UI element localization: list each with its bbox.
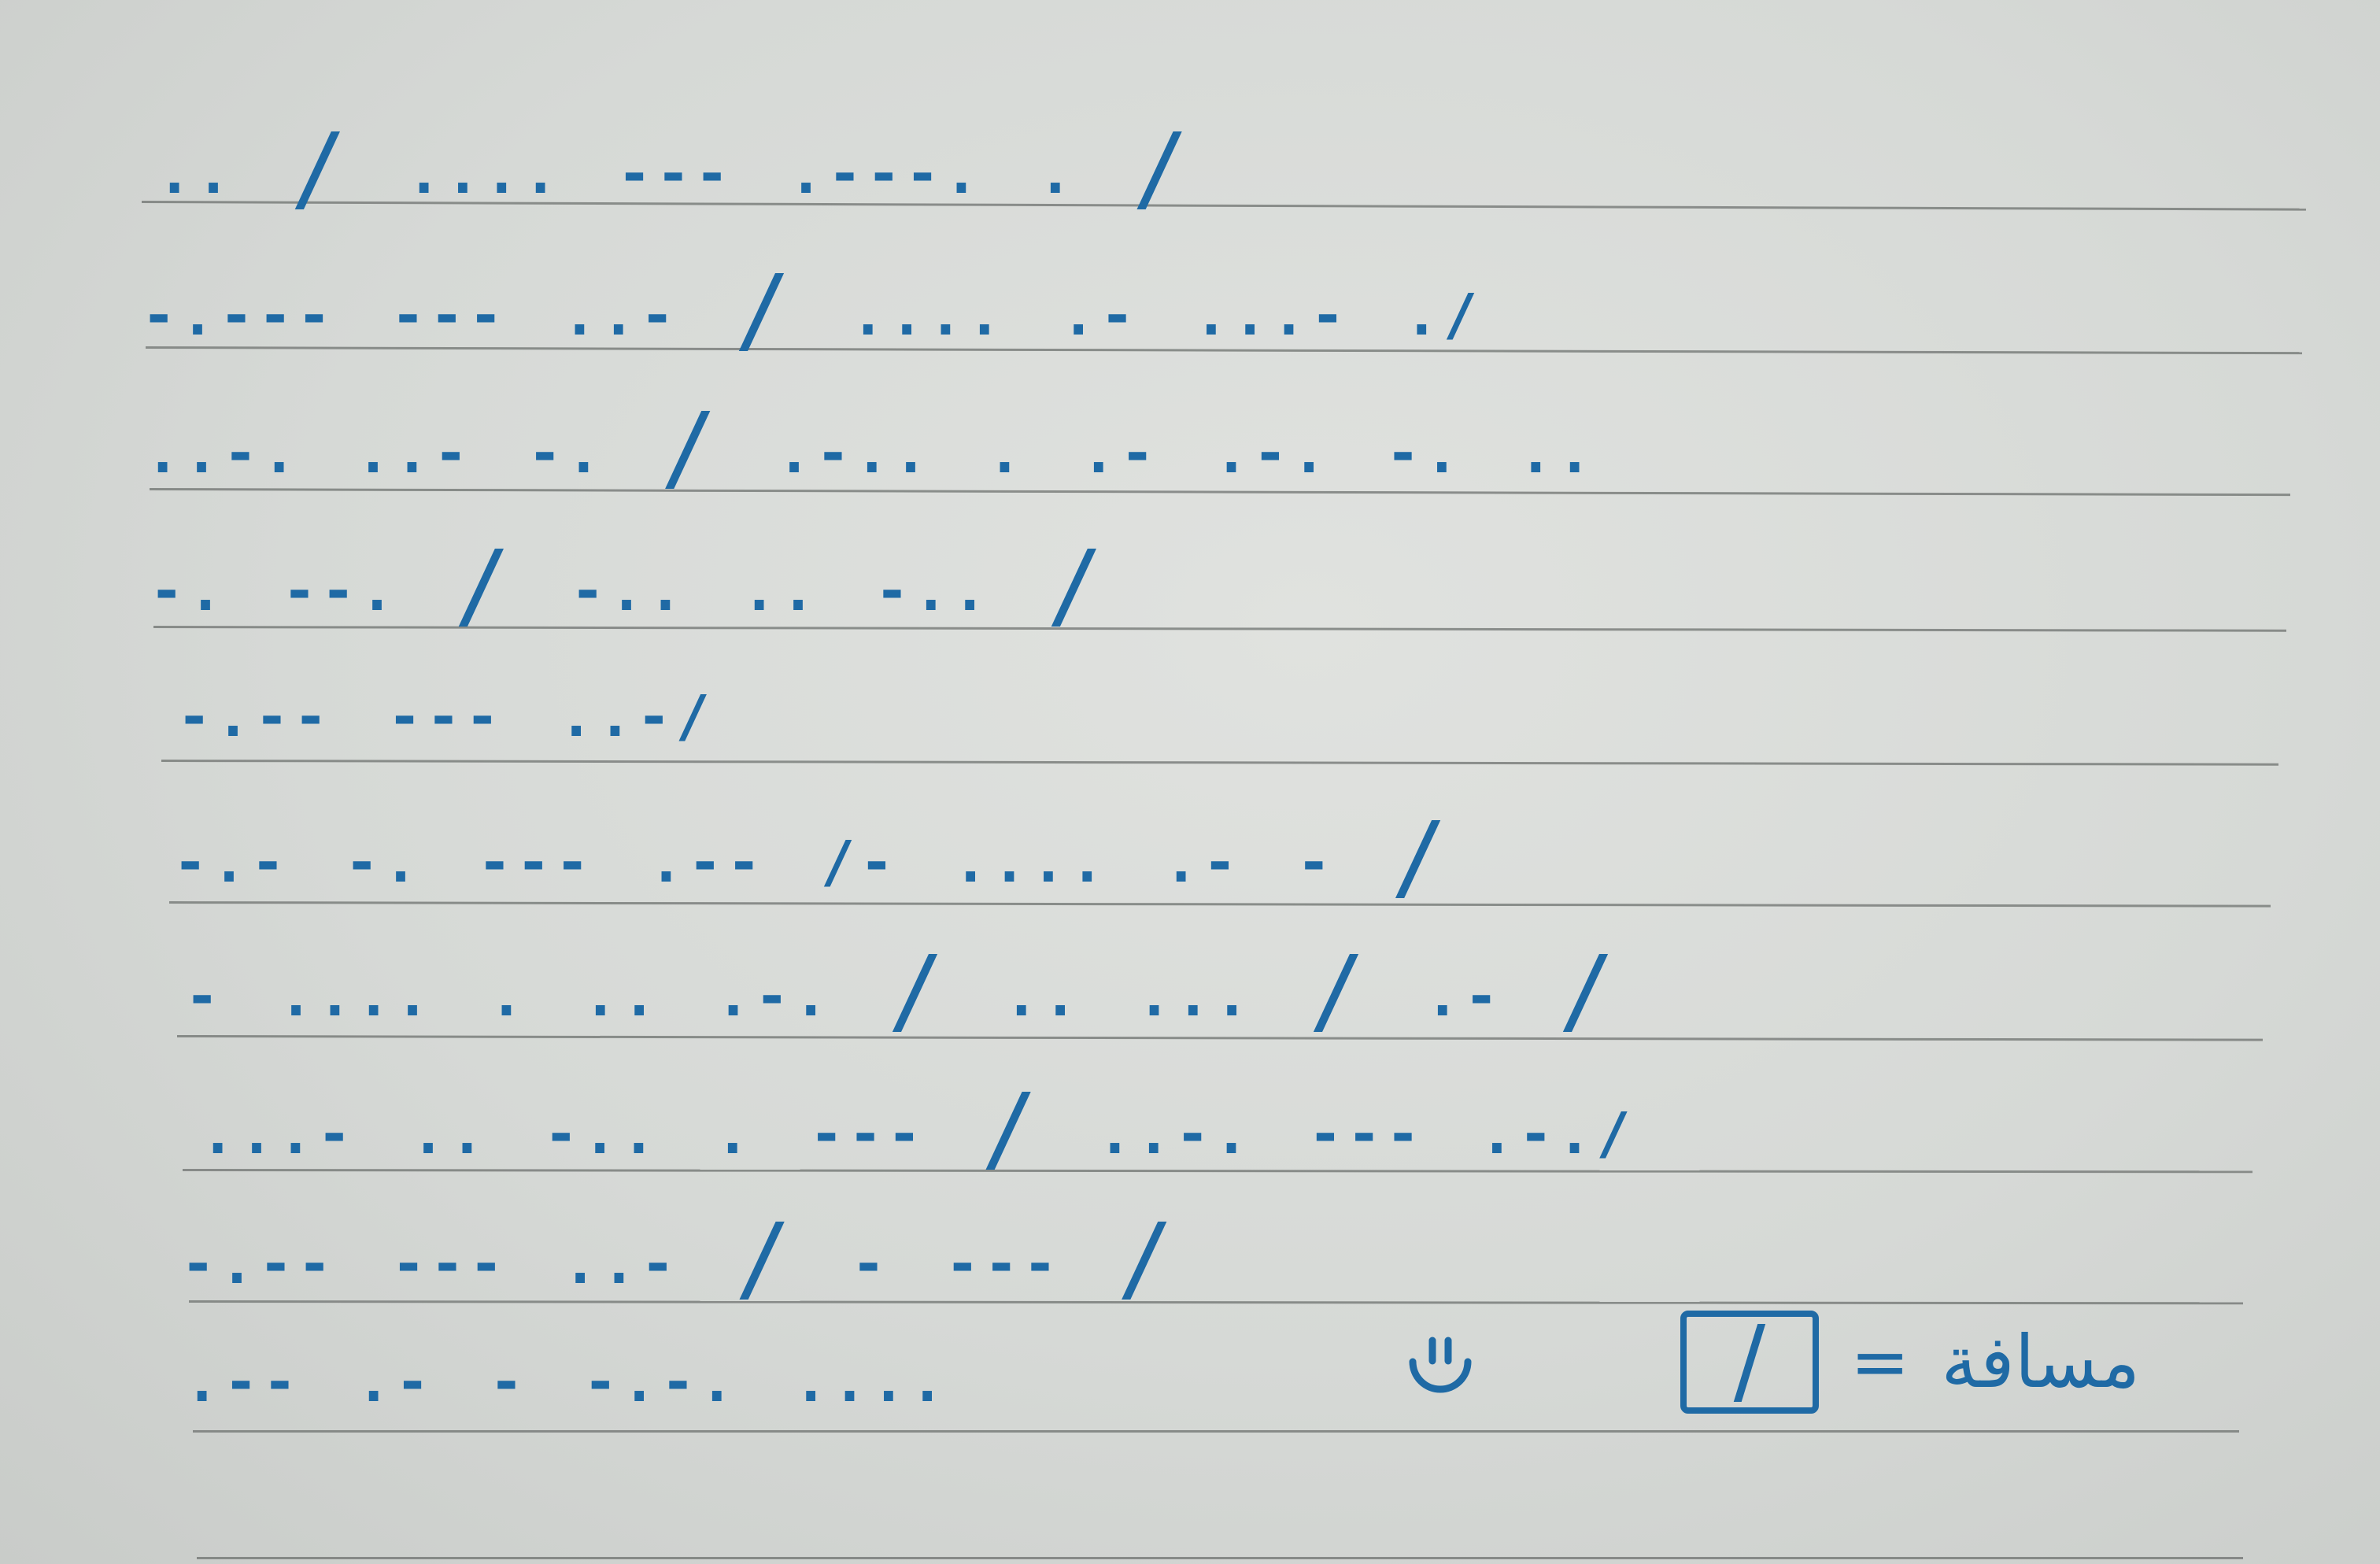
morse-letter: ./ bbox=[1404, 282, 1483, 348]
morse-letter: --- bbox=[477, 829, 594, 895]
morse-line-1: .. /.... --- .---.. / bbox=[157, 118, 1249, 216]
word-separator: / bbox=[1117, 1204, 1179, 1314]
morse-line-8: ...-.. -... --- / ..-. --- .-./ bbox=[201, 1078, 1691, 1177]
morse-letter: --- bbox=[617, 140, 734, 206]
morse-letter: .-- bbox=[185, 1348, 302, 1414]
legend-symbol: / bbox=[1733, 1307, 1766, 1416]
morse-letter: .... bbox=[406, 140, 563, 206]
morse-letter: .- bbox=[357, 1348, 434, 1414]
morse-letter: -.- bbox=[173, 829, 290, 895]
morse-letter: - bbox=[1296, 829, 1336, 895]
morse-letter: . bbox=[1038, 140, 1077, 206]
morse-letter: .- bbox=[1163, 829, 1242, 895]
morse-letter: --- bbox=[391, 1230, 508, 1296]
morse-letter: .-- bbox=[649, 829, 766, 895]
morse-letter: -. bbox=[1385, 420, 1464, 486]
notebook-page: .. /.... --- .---.. / -.--- --- ..- /.... .- ...-… bbox=[0, 0, 2380, 1564]
morse-letter: -.-- bbox=[181, 1230, 337, 1296]
morse-letter: .... bbox=[953, 829, 1109, 895]
word-separator: / bbox=[1558, 937, 1621, 1046]
morse-letter: - bbox=[489, 1348, 529, 1414]
word-separator: / bbox=[290, 114, 352, 224]
morse-letter: .... bbox=[279, 963, 434, 1029]
word-separator: / bbox=[887, 937, 950, 1046]
word-separator: / bbox=[734, 256, 796, 365]
morse-letter: ..-. bbox=[146, 420, 301, 486]
legend-equals: = bbox=[1850, 1320, 1910, 1403]
word-separator: / bbox=[734, 1204, 796, 1314]
morse-letter: ... bbox=[1136, 963, 1254, 1029]
ruled-line bbox=[161, 760, 2278, 766]
word-separator: / bbox=[1046, 531, 1109, 641]
morse-letter: -.. bbox=[544, 1100, 661, 1167]
morse-letter: .... bbox=[793, 1348, 949, 1414]
legend: / = مسافة bbox=[1680, 1307, 2140, 1417]
word-separator: / bbox=[1308, 937, 1371, 1046]
morse-letter: .-. bbox=[715, 963, 833, 1029]
morse-letter: -.--- bbox=[142, 282, 336, 348]
morse-letter: .. bbox=[1518, 420, 1597, 486]
morse-letter: .-.. bbox=[777, 420, 933, 486]
morse-letter: .. bbox=[583, 963, 661, 1029]
morse-letter: --- bbox=[945, 1230, 1062, 1296]
morse-letter: ...- bbox=[201, 1100, 357, 1167]
morse-letter: -.-- bbox=[177, 683, 333, 749]
morse-letter: .-./ bbox=[1480, 1100, 1635, 1167]
morse-letter: ..- bbox=[563, 1230, 680, 1296]
morse-letter: --- bbox=[390, 282, 508, 348]
legend-word: مسافة bbox=[1941, 1319, 2141, 1404]
morse-letter: . bbox=[715, 1100, 755, 1167]
word-separator: / bbox=[1132, 114, 1194, 224]
morse-letter: -. bbox=[150, 557, 227, 623]
morse-letter: .- bbox=[1061, 282, 1140, 348]
morse-letter: ...- bbox=[1194, 282, 1350, 348]
ruled-line bbox=[197, 1557, 2243, 1559]
morse-letter: .. bbox=[1004, 963, 1082, 1029]
morse-letter: ..-/ bbox=[559, 683, 715, 749]
ruled-line bbox=[193, 1430, 2239, 1433]
morse-line-10: .-- .- - -.-..... bbox=[185, 1338, 1004, 1425]
morse-letter: /- bbox=[820, 829, 899, 895]
word-separator: / bbox=[453, 531, 516, 641]
word-separator: / bbox=[981, 1074, 1043, 1184]
morse-letter: --. bbox=[282, 557, 399, 623]
morse-line-4: -. --. / -.... -.. / bbox=[150, 535, 1163, 634]
morse-line-7: -....... .-. /..... / .- / bbox=[185, 941, 1675, 1039]
morse-letter: ..-. bbox=[1097, 1100, 1254, 1167]
morse-letter: ..- bbox=[562, 282, 679, 348]
morse-letter: ..- bbox=[356, 420, 473, 486]
morse-letter: . bbox=[987, 420, 1027, 486]
morse-letter: -. bbox=[345, 829, 423, 895]
morse-line-9: -.-- --- ..- / - --- / bbox=[181, 1208, 1233, 1307]
morse-letter: .- bbox=[1425, 963, 1503, 1029]
legend-symbol-box: / bbox=[1680, 1307, 1819, 1416]
morse-line-3: ..-. ..- -. / .-... .- .-. -... bbox=[146, 397, 1651, 496]
morse-line-5: -.-- --- ..-/ bbox=[177, 673, 770, 760]
morse-letter: .-. bbox=[1214, 420, 1331, 486]
morse-letter: - bbox=[185, 963, 224, 1029]
morse-letter: -.. bbox=[874, 557, 992, 623]
word-separator: / bbox=[1391, 803, 1453, 912]
morse-line-6: -.- -. --- .--/-.... .- - / bbox=[173, 807, 1507, 905]
morse-letter: . bbox=[489, 963, 529, 1029]
morse-letter: .---. bbox=[789, 140, 984, 206]
morse-letter: .... bbox=[851, 282, 1007, 348]
morse-letter: - bbox=[851, 1230, 891, 1296]
morse-letter: .. bbox=[742, 557, 820, 623]
morse-line-2: -.--- --- ..- /.... .- ...- ./ bbox=[142, 260, 1537, 358]
morse-letter: -.-. bbox=[583, 1348, 739, 1414]
morse-letter: .. bbox=[411, 1100, 490, 1167]
morse-letter: -. bbox=[527, 420, 606, 486]
morse-letter: .. bbox=[157, 140, 235, 206]
morse-letter: .- bbox=[1081, 420, 1159, 486]
morse-letter: -.. bbox=[571, 557, 688, 623]
smiley-face-icon bbox=[1409, 1337, 1472, 1393]
morse-letter: --- bbox=[809, 1100, 926, 1167]
morse-letter: --- bbox=[387, 683, 504, 749]
morse-letter: --- bbox=[1308, 1100, 1425, 1167]
word-separator: / bbox=[660, 394, 722, 503]
